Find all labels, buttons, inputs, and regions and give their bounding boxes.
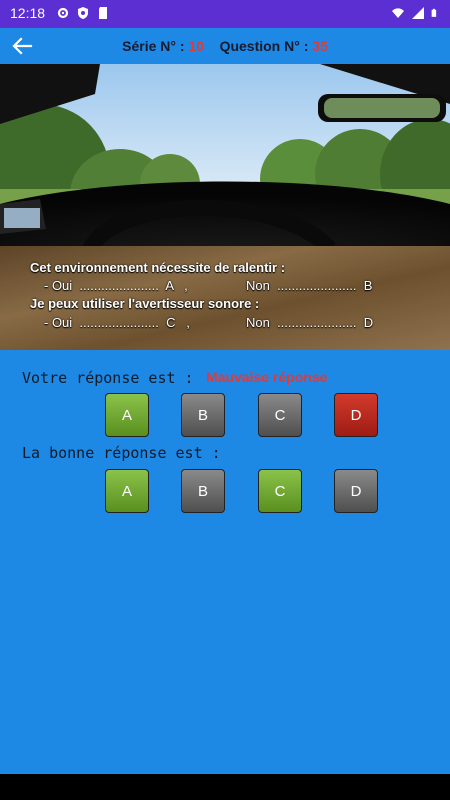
option-b-line: Non ...................... B (246, 278, 373, 293)
option-c-line: - Oui ...................... C , (44, 315, 190, 330)
system-navigation-bar (0, 774, 450, 800)
shield-icon (78, 7, 88, 19)
question-line-1: Cet environnement nécessite de ralentir … (30, 260, 286, 275)
battery-icon (431, 8, 437, 17)
sd-card-icon (99, 7, 107, 19)
correct-answer-button-c[interactable]: C (258, 469, 302, 513)
app-bar: Série N° : 10 Question N° : 35 (0, 28, 450, 64)
wifi-icon (392, 8, 404, 18)
user-answer-label: Votre réponse est : (22, 369, 194, 387)
question-text: Cet environnement nécessite de ralentir … (0, 246, 450, 350)
status-time: 12:18 (10, 5, 46, 21)
question-line-2: Je peux utiliser l'avertisseur sonore : (30, 296, 260, 311)
question-label: Question N° : (219, 38, 309, 54)
gear-icon (57, 7, 69, 19)
correct-answer-button-a[interactable]: A (105, 469, 149, 513)
user-answer-button-c[interactable]: C (258, 393, 302, 437)
question-header: Série N° : 10 Question N° : 35 (0, 38, 450, 54)
option-a-line: - Oui ...................... A , (44, 278, 188, 293)
serie-label: Série N° : (122, 38, 185, 54)
question-image: Cet environnement nécessite de ralentir … (0, 64, 450, 350)
user-answer-button-d[interactable]: D (334, 393, 378, 437)
status-bar: 12:18 (0, 0, 450, 28)
serie-number: 10 (188, 38, 204, 54)
question-number: 35 (312, 38, 328, 54)
correct-answer-button-b[interactable]: B (181, 469, 225, 513)
verdict-text: Mauvaise réponse (206, 369, 328, 385)
correct-answer-button-d[interactable]: D (334, 469, 378, 513)
user-answer-button-a[interactable]: A (105, 393, 149, 437)
signal-icon (412, 7, 424, 19)
correct-answer-label: La bonne réponse est : (22, 444, 221, 462)
option-d-line: Non ...................... D (246, 315, 374, 330)
user-answer-button-b[interactable]: B (181, 393, 225, 437)
